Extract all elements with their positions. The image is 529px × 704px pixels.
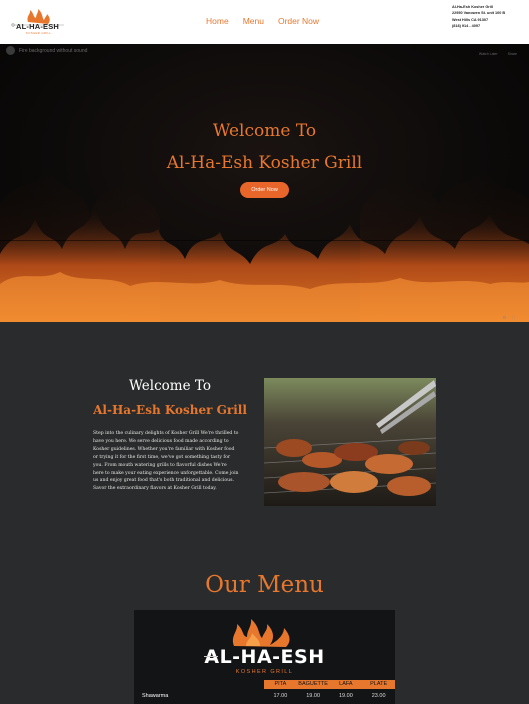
site-header: AL-HA-ESH KOSHER GRILL Home Menu Order N… [0,0,529,44]
address-phone[interactable]: (818) 914 - 4097 [452,23,505,29]
video-title[interactable]: Fire background without sound [19,48,87,54]
grilled-meat-image [264,378,436,506]
menu-board-subtitle: KOSHER GRILL [235,669,294,675]
about-line: here to make your eating experience unfo… [93,470,239,476]
about-line: or trying it for the first time, we've g… [93,454,231,460]
price-baguette: 19.00 [306,692,320,699]
logo-text: AL-HA-ESH [16,22,60,31]
about-line: you. From mouth watering grills to flavo… [93,462,227,468]
share-button[interactable]: Share [508,52,517,56]
nav-home[interactable]: Home [206,16,229,26]
menu-section-title: Our Menu [205,572,324,598]
nav-menu[interactable]: Menu [243,16,264,26]
main-nav: Home Menu Order Now [206,16,319,26]
about-subheading: Al-Ha-Esh Kosher Grill [93,403,247,417]
about-line: have you here. We serve delicious food m… [93,438,229,444]
address-street: 22950 Vanowen St. unit 100 B [452,11,506,16]
channel-avatar[interactable] [6,46,15,55]
price-lafa: 19.00 [338,692,353,699]
col-baguette: BAGUETTE [298,681,328,687]
watch-later-button[interactable]: Watch Later [479,52,498,56]
menu-flame-icon [232,619,290,647]
col-plate: PLATE [370,681,388,687]
video-controls: Watch Later Share [479,52,517,56]
menu-board: AL-HA-ESH KOSHER GRILL PITA BAGUETTE LAF… [134,610,395,704]
about-line: Savor the extraordinary flavors at Koshe… [93,486,217,492]
hero-title-line1: Welcome To [212,121,317,141]
order-now-button[interactable]: Order Now [240,182,289,198]
fullscreen-icon[interactable]: ⛶ [512,315,515,320]
col-pita: PITA [274,681,287,687]
about-heading: Welcome To [129,378,211,394]
logo[interactable]: AL-HA-ESH KOSHER GRILL [10,8,66,36]
menu-column-headers: PITA BAGUETTE LAFA PLATE [264,680,395,689]
menu-board-brand: AL-HA-ESH [204,646,325,668]
hero-title-line2: Al-Ha-Esh Kosher Grill [166,153,363,173]
col-lafa: LAFA [339,681,353,687]
price-pita: 17.00 [273,692,288,699]
menu-row: Shawarma 17.00 19.00 19.00 23.00 [134,691,395,701]
about-line: Step into the culinary delights of Koshe… [93,431,239,436]
menu-item-name: Shawarma [142,693,169,699]
about-line: us and enjoy great food that's both trad… [93,478,234,484]
video-title-bar: Fire background without sound [6,46,87,55]
price-plate: 23.00 [371,692,386,699]
about-paragraph: Step into the culinary delights of Koshe… [93,430,253,493]
grill-photo [264,378,436,506]
nav-order-now[interactable]: Order Now [278,16,319,26]
video-corner-controls: ⚙ ⛶ [503,315,515,320]
settings-icon[interactable]: ⚙ [503,315,507,320]
logo-subtext: KOSHER GRILL [26,31,52,35]
hero-video[interactable]: Fire background without sound Watch Late… [0,44,529,322]
address-block: Al-Ha-Esh Kosher Grill 22950 Vanowen St.… [452,4,505,30]
about-line: Kosher guidelines. Whether you're famili… [93,446,235,452]
